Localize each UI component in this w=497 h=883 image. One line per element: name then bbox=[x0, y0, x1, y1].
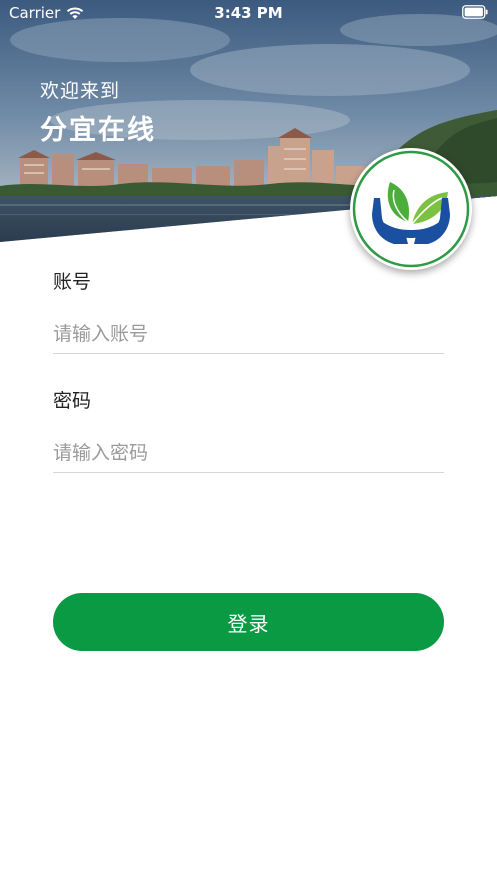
welcome-text: 欢迎来到 bbox=[40, 80, 121, 102]
app-logo bbox=[350, 148, 472, 270]
status-time: 3:43 PM bbox=[214, 4, 283, 22]
account-field-group: 账号 bbox=[53, 268, 444, 354]
account-input[interactable] bbox=[53, 314, 444, 354]
status-bar: Carrier 3:43 PM bbox=[0, 0, 497, 26]
account-label: 账号 bbox=[53, 271, 92, 293]
login-button[interactable]: 登录 bbox=[53, 593, 444, 651]
app-name-title: 分宜在线 bbox=[40, 115, 156, 146]
password-label: 密码 bbox=[53, 390, 92, 412]
password-field-group: 密码 bbox=[53, 387, 444, 473]
password-input[interactable] bbox=[53, 433, 444, 473]
battery-icon bbox=[462, 5, 488, 19]
hands-leaf-logo-icon bbox=[352, 150, 470, 268]
